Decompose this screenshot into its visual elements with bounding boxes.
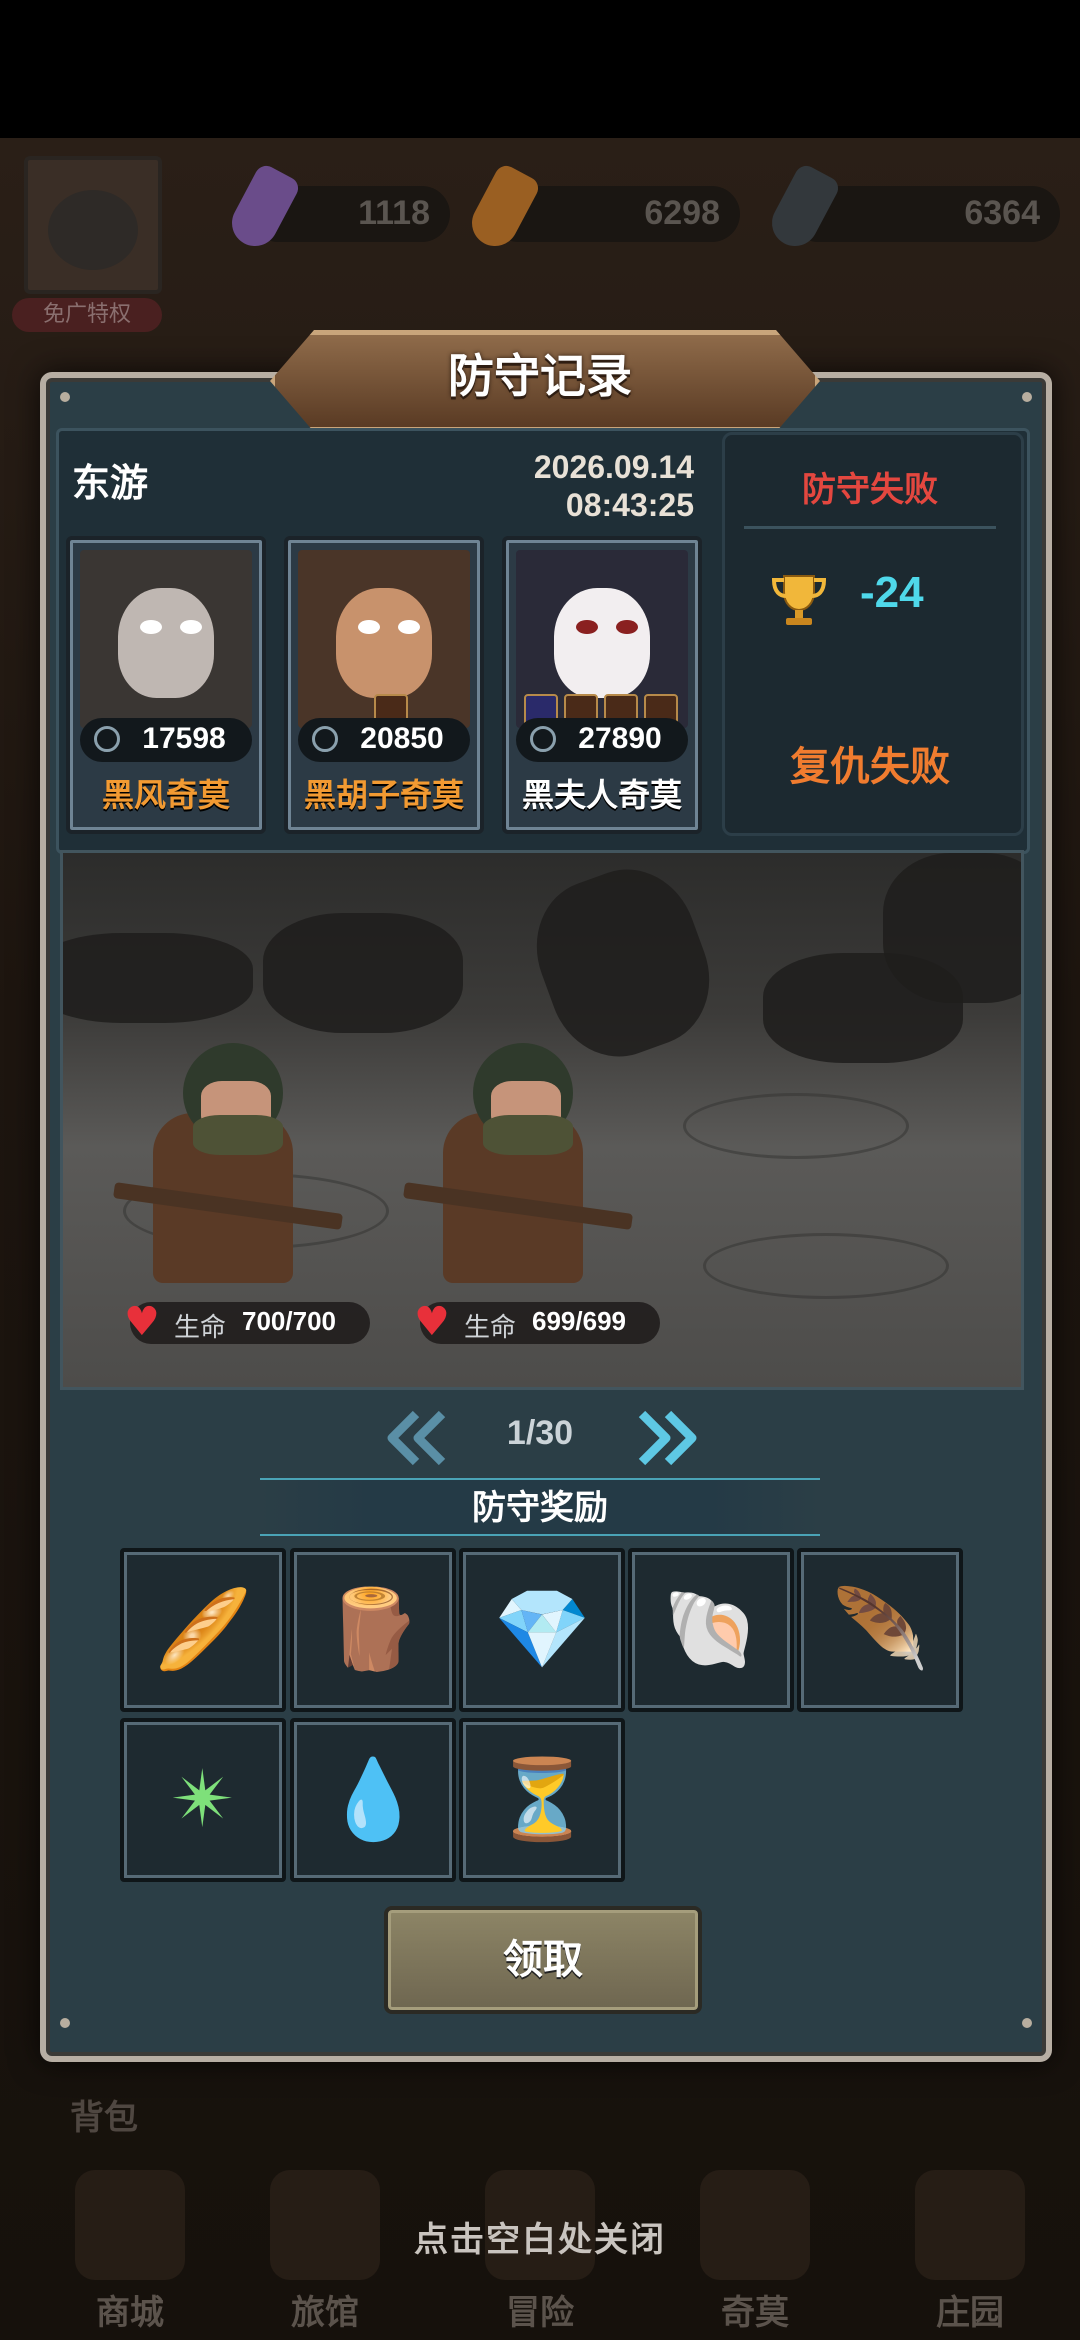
divider	[744, 526, 996, 529]
ad-free-badge[interactable]: 免广特权	[12, 298, 162, 332]
hp-bar: ♥ 生命 700/700	[124, 1302, 370, 1344]
close-hint[interactable]: 点击空白处关闭	[0, 2212, 1080, 2261]
trophy-score-change: -24	[860, 568, 924, 617]
status-bar	[0, 0, 1080, 138]
resource-rainbow-carrot[interactable]: 1118	[223, 161, 450, 255]
power-icon	[312, 726, 338, 752]
blue-crystal-icon: 💎	[493, 1584, 591, 1675]
pink-shell-icon: 🐚	[662, 1584, 760, 1675]
hero-name: 黑胡子奇莫	[303, 776, 464, 814]
hourglass-icon: ⏳	[493, 1754, 591, 1845]
reward-item[interactable]: 💎	[459, 1548, 625, 1712]
hero-power: 27890	[516, 718, 688, 762]
wood-icon: 🪵	[324, 1584, 422, 1675]
claim-button[interactable]: 领取	[384, 1906, 702, 2014]
reward-item[interactable]: 🐚	[628, 1548, 794, 1712]
hero-name: 黑风奇莫	[101, 776, 230, 814]
defender-soldier	[403, 1023, 633, 1303]
hero-name: 黑夫人奇莫	[521, 776, 682, 814]
heart-icon: ♥	[124, 1299, 160, 1345]
prev-page-button[interactable]	[386, 1410, 450, 1466]
resource-dark-carrot[interactable]: 6364	[763, 161, 1060, 255]
diamond-drop-icon: 💧	[324, 1754, 422, 1845]
record-datetime: 2026.09.14 08:43:25	[450, 448, 694, 524]
defense-result: 防守失败	[802, 470, 938, 510]
reward-item[interactable]: ✴	[120, 1718, 286, 1882]
hero-card[interactable]: 20850 黑胡子奇莫	[284, 536, 484, 834]
resource-orange-carrot[interactable]: 6298	[463, 161, 740, 255]
defender-soldier	[113, 1023, 343, 1303]
star-burst-icon: ✴	[170, 1755, 236, 1845]
next-page-button[interactable]	[634, 1410, 698, 1466]
backpack-label[interactable]: 背包	[70, 2090, 138, 2139]
hp-bar: ♥ 生命 699/699	[414, 1302, 660, 1344]
record-date: 2026.09.14	[533, 449, 694, 485]
page-indicator: 1/30	[506, 1414, 574, 1452]
power-icon	[530, 726, 556, 752]
player-avatar[interactable]	[24, 156, 162, 294]
reward-item[interactable]: 🪵	[290, 1548, 456, 1712]
opponent-name: 东游	[72, 461, 149, 505]
reward-item[interactable]: 💧	[290, 1718, 456, 1882]
trophy-icon	[771, 575, 827, 625]
hero-card[interactable]: 17598 黑风奇莫	[66, 536, 266, 834]
hero-card[interactable]: 27890 黑夫人奇莫	[502, 536, 702, 834]
heart-icon: ♥	[414, 1299, 450, 1345]
feather-icon: 🪶	[831, 1584, 929, 1675]
record-time: 08:43:25	[565, 487, 694, 523]
dialog-title: 防守记录	[448, 349, 632, 403]
power-icon	[94, 726, 120, 752]
hero-power: 17598	[80, 718, 252, 762]
hero-portrait	[516, 550, 688, 728]
revenge-status: 复仇失败	[790, 744, 950, 790]
hero-power: 20850	[298, 718, 470, 762]
hero-portrait	[298, 550, 470, 728]
reward-item[interactable]: 🪶	[797, 1548, 963, 1712]
bread-icon: 🥖	[154, 1584, 252, 1675]
reward-item[interactable]: 🥖	[120, 1548, 286, 1712]
reward-item[interactable]: ⏳	[459, 1718, 625, 1882]
reward-title: 防守奖励	[472, 1488, 608, 1528]
hero-portrait	[80, 550, 252, 728]
